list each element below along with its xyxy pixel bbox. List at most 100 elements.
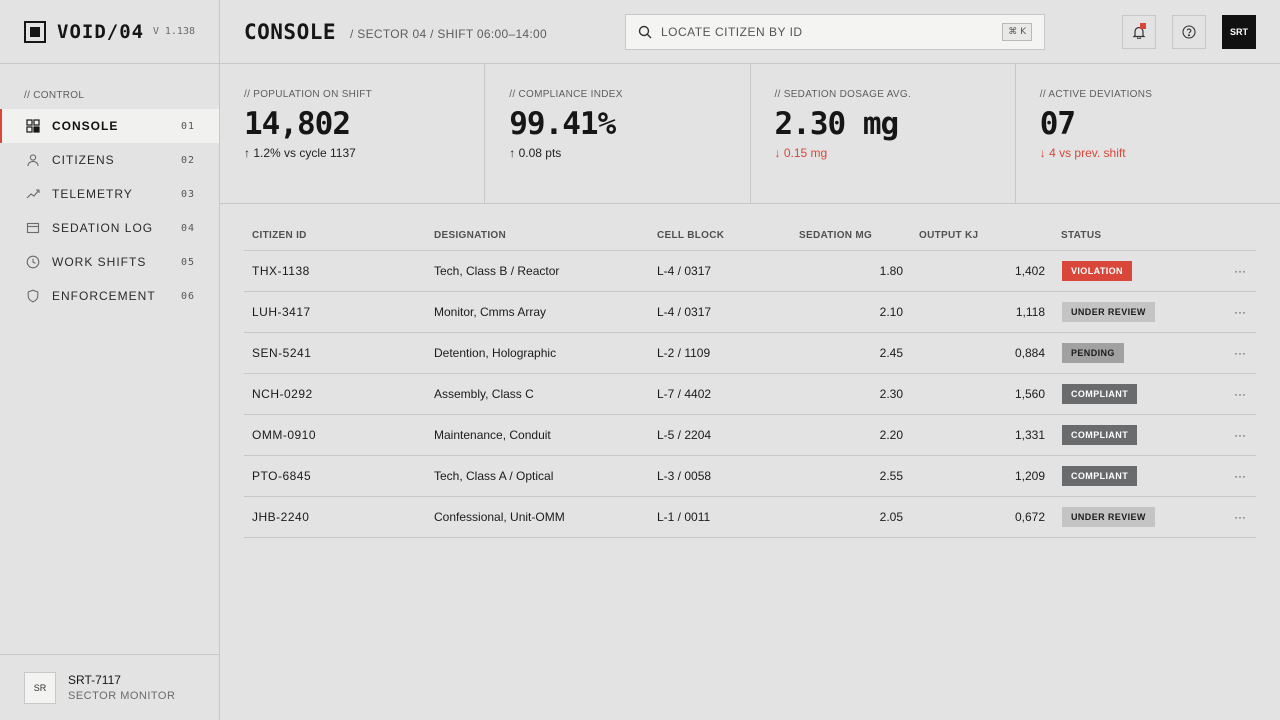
row-more-button[interactable]: ··· [1205,387,1256,401]
row-more-button[interactable]: ··· [1205,469,1256,483]
column-header[interactable]: CELL BLOCK [649,230,791,241]
designation: Monitor, Cmms Array [434,305,547,319]
logo-icon [24,20,46,43]
sidebar-item-sedation-log[interactable]: SEDATION LOG 04 [0,211,219,245]
citizen-id: SEN-5241 [252,346,312,360]
kpi-delta: ↓ 4 vs prev. shift [1039,146,1126,160]
cell-block: L-1 / 0011 [657,510,711,524]
citizen-id: LUH-3417 [252,305,311,319]
output-kj: 0,672 [1014,510,1045,524]
status-cell: COMPLIANT [1045,466,1205,486]
log-icon [26,221,40,235]
status-badge: UNDER REVIEW [1062,507,1155,527]
status-badge: COMPLIANT [1062,384,1138,404]
row-more-button[interactable]: ··· [1205,510,1256,524]
citizen-id: THX-1138 [252,264,310,278]
sedation-mg: 2.10 [879,305,903,319]
status-cell: UNDER REVIEW [1045,302,1205,322]
status-badge: VIOLATION [1062,261,1132,281]
user-profile[interactable]: SR SRT-7117 SECTOR MONITOR [0,654,219,720]
table-row[interactable]: JHB-2240 Confessional, Unit-OMM L-1 / 0011… [244,497,1256,538]
output-kj: 1,331 [1014,428,1045,442]
sidebar-item-number: 05 [180,256,195,268]
kpi-value: 07 [1039,106,1076,142]
table-row[interactable]: NCH-0292 Assembly, Class C L-7 / 4402 2.30 1… [244,374,1256,415]
table-row[interactable]: SEN-5241 Detention, Holographic L-2 / 1109… [244,333,1256,374]
status-cell: PENDING [1045,343,1205,363]
kpi-label: // POPULATION ON SHIFT [244,89,373,100]
notifications-button[interactable] [1122,15,1156,49]
sidebar-item-enforcement[interactable]: ENFORCEMENT 06 [0,279,219,313]
kpi-value: 14,802 [244,106,351,142]
sidebar-item-number: 04 [180,222,195,234]
column-header[interactable]: STATUS [1053,230,1213,241]
help-button[interactable] [1172,15,1206,49]
output-kj: 1,118 [1015,305,1045,319]
table-row[interactable]: LUH-3417 Monitor, Cmms Array L-4 / 0317 2.1… [244,292,1256,333]
avatar: SR [24,671,56,704]
sedation-mg: 2.30 [879,387,903,401]
sedation-mg: 2.55 [879,469,903,483]
cell-block: L-4 / 0317 [657,264,712,278]
row-more-button[interactable]: ··· [1205,428,1256,442]
sedation-mg: 1.80 [879,264,903,278]
sidebar-item-label: SEDATION LOG [52,221,154,235]
cell-block: L-7 / 4402 [657,387,712,401]
account-button[interactable]: SRT [1222,15,1256,49]
column-header[interactable]: DESIGNATION [426,230,649,241]
table-row[interactable]: OMM-0910 Maintenance, Conduit L-5 / 2204 2.… [244,415,1256,456]
sidebar-item-label: CITIZENS [52,153,115,167]
kpi-value: 99.41% [509,106,616,142]
status-badge: COMPLIANT [1062,425,1138,445]
column-header[interactable]: OUTPUT KJ [911,230,1053,241]
row-more-button[interactable]: ··· [1205,346,1256,360]
sidebar-item-console[interactable]: CONSOLE 01 [0,109,219,143]
search-shortcut: ⌘ K [1002,23,1032,41]
user-id: SRT-7117 [68,673,121,687]
column-header[interactable]: CITIZEN ID [244,230,426,241]
output-kj: 1,209 [1014,469,1045,483]
nav-heading: // CONTROL [24,90,85,101]
designation: Confessional, Unit-OMM [434,510,565,524]
search-input[interactable] [661,25,981,39]
sidebar-item-number: 06 [180,290,195,302]
sidebar-item-work-shifts[interactable]: WORK SHIFTS 05 [0,245,219,279]
table-row[interactable]: THX-1138 Tech, Class B / Reactor L-4 / 031… [244,251,1256,292]
citizen-id: OMM-0910 [252,428,317,442]
user-icon [26,153,40,167]
sidebar-item-number: 03 [180,188,195,200]
citizen-table: CITIZEN ID DESIGNATION CELL BLOCK SEDATION … [244,220,1256,538]
help-icon [1182,25,1196,39]
output-kj: 1,402 [1014,264,1045,278]
page-title: CONSOLE [244,19,337,44]
sedation-mg: 2.20 [879,428,903,442]
search-bar[interactable]: ⌘ K [625,14,1045,50]
app-version: V 1.138 [152,26,195,37]
brand: VOID/04 V 1.138 [0,0,219,64]
row-more-button[interactable]: ··· [1205,305,1256,319]
status-badge: COMPLIANT [1062,466,1138,486]
kpi-delta: ↑ 1.2% vs cycle 1137 [244,146,356,160]
sidebar-item-citizens[interactable]: CITIZENS 02 [0,143,219,177]
brand-name: VOID/04 [57,20,145,43]
kpi-card: // SEDATION DOSAGE AVG. 2.30 mg ↓ 0.15 mg [751,64,1016,203]
kpi-label: // SEDATION DOSAGE AVG. [774,89,912,100]
column-header[interactable]: SEDATION MG [791,230,911,241]
search-icon [638,25,652,39]
notification-dot [1140,23,1146,29]
cell-block: L-4 / 0317 [657,305,712,319]
sidebar-nav: CONSOLE 01 CITIZENS 02 TELEMETRY 03 SEDATION L… [0,109,219,313]
citizen-id: PTO-6845 [252,469,312,483]
sidebar: VOID/04 V 1.138 // CONTROL CONSOLE 01 CITI… [0,0,220,720]
user-role: SECTOR MONITOR [68,690,176,702]
sidebar-item-telemetry[interactable]: TELEMETRY 03 [0,177,219,211]
kpi-strip: // POPULATION ON SHIFT 14,802 ↑ 1.2% vs cy… [220,64,1280,204]
status-badge: UNDER REVIEW [1062,302,1155,322]
output-kj: 0,884 [1014,346,1045,360]
citizen-id: JHB-2240 [252,510,310,524]
table-row[interactable]: PTO-6845 Tech, Class A / Optical L-3 / 005… [244,456,1256,497]
row-more-button[interactable]: ··· [1205,264,1256,278]
sidebar-item-number: 01 [180,120,195,132]
kpi-delta: ↓ 0.15 mg [774,146,828,160]
designation: Detention, Holographic [434,346,557,360]
